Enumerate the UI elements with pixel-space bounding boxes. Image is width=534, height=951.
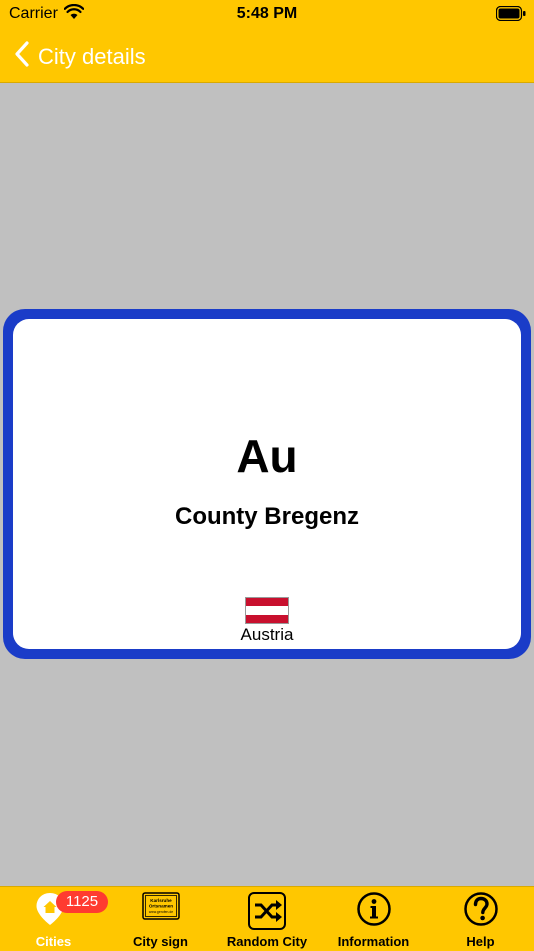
tab-label-information: Information [337,934,410,949]
city-sign-icon: Karlsruhe Ortsnamen www.gerofen.de [141,892,180,925]
city-sign-face: Au County Bregenz Austria [13,319,521,649]
status-bar: Carrier 5:48 PM [0,0,534,28]
tab-label-random-city: Random City [226,934,308,949]
navigation-bar: City details [0,28,534,83]
city-name: Au [236,430,298,482]
battery-icon [495,5,526,26]
main-content: Au County Bregenz Austria [0,83,534,886]
tab-label-help: Help [466,934,495,949]
tab-label-city-sign: City sign [133,934,188,949]
info-icon [356,892,391,931]
city-sign-icon-line-2: Ortsnamen [148,904,172,909]
help-icon [463,892,498,931]
shuffle-icon [248,892,286,935]
county-name: County Bregenz [174,503,359,530]
tab-label-cities: Cities [35,934,72,949]
city-sign: Au County Bregenz Austria [3,309,531,659]
cities-count-badge: 1125 [56,891,108,913]
chevron-left-icon [14,40,30,73]
city-sign-icon-line-1: Karlsruhe [150,898,172,903]
nav-title: City details [38,43,146,69]
back-button[interactable]: City details [14,40,146,73]
city-sign-icon-line-3: www.gerofen.de [148,910,172,914]
tab-city-sign[interactable]: Karlsruhe Ortsnamen www.gerofen.de City … [107,887,214,951]
tab-information[interactable]: Information [320,887,427,951]
status-time: 5:48 PM [236,5,298,22]
tab-cities[interactable]: 1125 Cities [0,887,108,951]
country-name: Austria [240,625,294,644]
austria-flag-icon [245,597,289,624]
tab-random-city[interactable]: Random City [214,887,320,951]
tab-bar: 1125 Cities Karlsruhe Ortsnamen www.gero… [0,886,534,951]
tab-help[interactable]: Help [427,887,534,951]
